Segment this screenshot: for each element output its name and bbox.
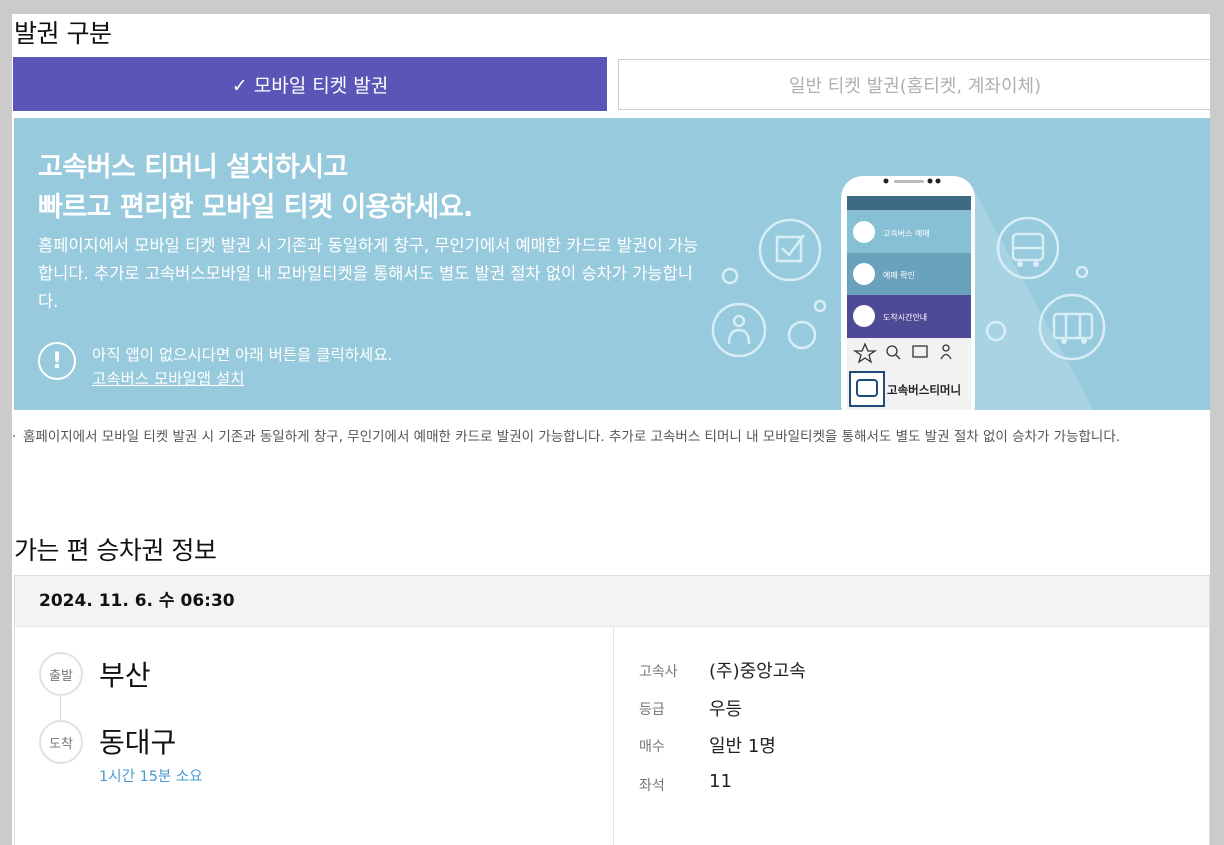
app-promo-banner: 고속버스 예매 예매 확인 도착시간안내 고속버스티머니 고속버스 티머니 설치… xyxy=(14,118,1210,410)
company-value: (주)중앙고속 xyxy=(709,661,806,682)
page-frame: 발권 구분 ✓ 모바일 티켓 발권 일반 티켓 발권(홈티켓, 계좌이체) 고속… xyxy=(12,14,1210,845)
depart-city: 부산 xyxy=(99,659,151,692)
ticket-details: 고속사 (주)중앙고속 등급 우등 매수 일반 1명 좌석 11 xyxy=(615,627,1210,845)
ticket-type-title: 발권 구분 xyxy=(14,19,112,48)
phone-app-name: 고속버스티머니 xyxy=(887,383,961,397)
banner-description: 홈페이지에서 모바일 티켓 발권 시 기존과 동일하게 창구, 무인기에서 예매… xyxy=(38,236,699,311)
grade-label: 등급 xyxy=(639,702,665,718)
route-panel: 출발 부산 도착 동대구 1시간 15분 소요 xyxy=(15,627,614,845)
mobile-ticket-note: · 홈페이지에서 모바일 티켓 발권 시 기존과 동일하게 창구, 무인기에서 … xyxy=(12,426,1204,448)
tab-mobile-ticket[interactable]: ✓ 모바일 티켓 발권 xyxy=(13,57,607,111)
headline-line-2: 빠르고 편리한 모바일 티켓 이용하세요. xyxy=(38,192,473,223)
grade-value: 우등 xyxy=(709,699,743,720)
note-text: 홈페이지에서 모바일 티켓 발권 시 기존과 동일하게 창구, 무인기에서 예매… xyxy=(23,429,1121,445)
tab-normal-ticket[interactable]: 일반 티켓 발권(홈티켓, 계좌이체) xyxy=(618,59,1210,110)
company-label: 고속사 xyxy=(639,664,678,680)
seat-label: 좌석 xyxy=(639,778,665,794)
exclamation-icon: ! xyxy=(38,342,76,380)
bullet-icon: · xyxy=(12,429,17,445)
trip-duration: 1시간 15분 소요 xyxy=(99,769,203,785)
headline-line-1: 고속버스 티머니 설치하시고 xyxy=(38,152,348,183)
trip-datetime: 2024. 11. 6. 수 06:30 xyxy=(15,576,1209,627)
trip-section-title: 가는 편 승차권 정보 xyxy=(14,536,217,565)
count-label: 매수 xyxy=(639,739,665,755)
trip-info-box: 2024. 11. 6. 수 06:30 출발 부산 도착 동대구 1시간 15… xyxy=(14,575,1210,845)
install-app-link[interactable]: 고속버스 모바일앱 설치 xyxy=(92,367,244,389)
seat-value: 11 xyxy=(709,771,732,792)
phone-menu-3: 도착시간안내 xyxy=(883,312,927,322)
notice-text: 아직 앱이 없으시다면 아래 버튼을 클릭하세요. xyxy=(92,346,393,364)
count-value: 일반 1명 xyxy=(709,736,776,757)
depart-badge: 출발 xyxy=(39,652,83,696)
arrive-badge: 도착 xyxy=(39,720,83,764)
banner-headline: 고속버스 티머니 설치하시고 빠르고 편리한 모바일 티켓 이용하세요. xyxy=(38,148,473,228)
arrive-city: 동대구 xyxy=(99,726,177,759)
phone-menu-1: 고속버스 예매 xyxy=(883,228,930,238)
phone-menu-2: 예매 확인 xyxy=(883,270,915,280)
install-notice: ! 아직 앱이 없으시다면 아래 버튼을 클릭하세요. 고속버스 모바일앱 설치 xyxy=(38,342,438,402)
